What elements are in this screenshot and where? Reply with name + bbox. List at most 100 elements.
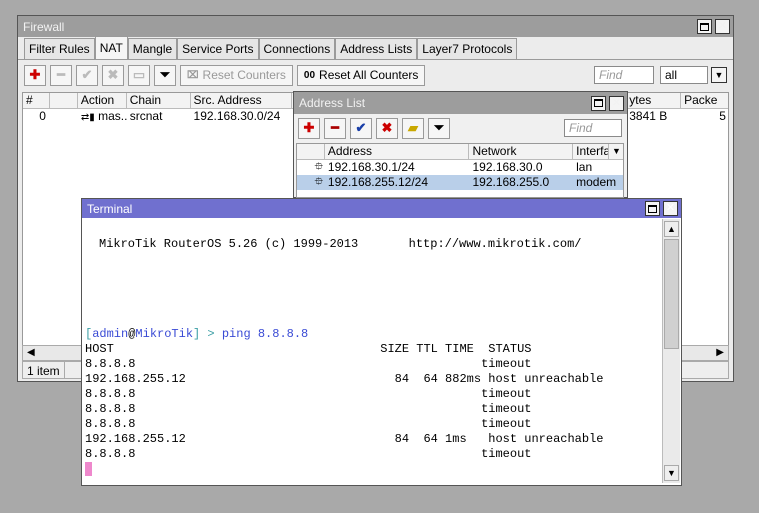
close-icon: ✕ xyxy=(665,202,676,214)
chevron-down-icon: ▼ xyxy=(714,69,724,80)
firewall-titlebar[interactable]: Firewall ✕ xyxy=(18,16,733,37)
close-button[interactable]: ✕ xyxy=(663,201,678,216)
close-button[interactable]: ✕ xyxy=(609,95,624,111)
table-row[interactable]: ⯐ 192.168.255.12/24 192.168.255.0 modem xyxy=(297,175,623,190)
row-action: ⇄▮ mas... xyxy=(78,109,127,125)
reset-all-counters-button[interactable]: 00 Reset All Counters xyxy=(296,64,426,86)
address-icon: ⯐ xyxy=(314,161,323,173)
scroll-down-icon[interactable]: ▼ xyxy=(664,465,679,481)
col-interface[interactable]: Interfac xyxy=(573,144,610,160)
address-icon: ⯐ xyxy=(314,176,323,188)
scroll-left-icon[interactable]: ◀ xyxy=(27,347,35,358)
maximize-icon xyxy=(648,204,657,213)
tab-nat[interactable]: NAT xyxy=(94,36,128,59)
row-address: 192.168.30.1/24 xyxy=(327,160,415,174)
filter-icon: ⏷ xyxy=(159,67,171,82)
plus-icon: ✚ xyxy=(29,67,41,82)
row-src-address: 192.168.30.0/24 xyxy=(193,109,281,123)
address-list-window: Address List ✕ ✚ ━ ✔ ✖ ▰ ⏷ Find Address … xyxy=(293,91,628,198)
reset-counters-button[interactable]: ⌧ Reset Counters xyxy=(180,64,293,86)
prompt-user: admin xyxy=(92,327,129,341)
comment-icon: ▰ xyxy=(408,120,418,135)
disable-button[interactable]: ✖ xyxy=(102,64,124,86)
comment-button[interactable]: ▰ xyxy=(402,117,424,139)
tab-address-lists[interactable]: Address Lists xyxy=(335,38,418,59)
comment-button[interactable]: ▭ xyxy=(128,64,150,86)
enable-button[interactable]: ✔ xyxy=(350,117,372,139)
col-action[interactable]: Action xyxy=(78,93,127,109)
address-list-title: Address List xyxy=(299,96,366,110)
table-header: Address Network Interfac ▼ xyxy=(297,144,623,160)
tab-service-ports[interactable]: Service Ports xyxy=(177,38,259,59)
reset-icon: ⌧ xyxy=(187,69,199,81)
prompt-close: ] > xyxy=(193,327,222,341)
output-line: 192.168.255.12 84 64 1ms host unreachabl… xyxy=(85,432,604,446)
check-icon: ✔ xyxy=(81,67,93,82)
close-button[interactable]: ✕ xyxy=(715,19,730,34)
command-text: ping 8.8.8.8 xyxy=(221,327,309,341)
reset-counters-label: Reset Counters xyxy=(202,68,286,82)
scroll-up-icon[interactable]: ▲ xyxy=(664,221,679,237)
output-line: 8.8.8.8 timeout xyxy=(85,447,532,461)
remove-button[interactable]: ━ xyxy=(324,117,346,139)
firewall-toolbar: ✚ ━ ✔ ✖ ▭ ⏷ ⌧ Reset Counters 00 Reset Al… xyxy=(18,60,733,90)
banner-line: MikroTik RouterOS 5.26 (c) 1999-2013 htt… xyxy=(99,237,582,251)
enable-button[interactable]: ✔ xyxy=(76,64,98,86)
maximize-button[interactable] xyxy=(697,19,712,34)
filter-dropdown-button[interactable]: ▼ xyxy=(711,67,727,83)
filter-select[interactable]: all xyxy=(660,66,708,84)
close-icon: ✕ xyxy=(611,96,622,109)
col-chain[interactable]: Chain xyxy=(127,93,191,109)
scroll-right-icon[interactable]: ▶ xyxy=(716,347,724,358)
address-list-titlebar[interactable]: Address List ✕ xyxy=(294,92,627,114)
filter-button[interactable]: ⏷ xyxy=(428,117,450,139)
scrollbar-thumb[interactable] xyxy=(664,239,679,349)
prompt-line: [admin@MikroTik] > ping 8.8.8.8 xyxy=(85,327,308,342)
col-num[interactable]: # xyxy=(23,93,50,109)
tab-mangle[interactable]: Mangle xyxy=(127,38,178,59)
terminal-title: Terminal xyxy=(87,201,133,216)
col-src-address[interactable]: Src. Address xyxy=(191,93,293,109)
row-bytes: 3841 B xyxy=(629,109,668,123)
row-chain: srcnat xyxy=(129,109,163,123)
find-input[interactable]: Find xyxy=(594,66,654,84)
firewall-tabs: Filter Rules NAT Mangle Service Ports Co… xyxy=(18,36,733,60)
output-line: 8.8.8.8 timeout xyxy=(85,387,532,401)
maximize-button[interactable] xyxy=(591,95,606,111)
tab-filter-rules[interactable]: Filter Rules xyxy=(24,38,95,59)
col-address[interactable]: Address xyxy=(325,144,470,160)
col-flags[interactable] xyxy=(50,93,78,109)
col-flags[interactable] xyxy=(297,144,325,160)
col-packets[interactable]: Packe xyxy=(681,93,728,109)
output-header: HOST SIZE TTL TIME STATUS xyxy=(85,342,532,356)
table-row[interactable]: ⯐ 192.168.30.1/24 192.168.30.0 lan xyxy=(297,160,623,175)
add-button[interactable]: ✚ xyxy=(24,64,46,86)
column-menu-icon[interactable]: ▼ xyxy=(609,144,623,160)
terminal-output[interactable]: MikroTik RouterOS 5.26 (c) 1999-2013 htt… xyxy=(83,218,662,484)
add-button[interactable]: ✚ xyxy=(298,117,320,139)
row-network: 192.168.255.0 xyxy=(472,175,550,189)
maximize-button[interactable] xyxy=(645,201,660,216)
comment-icon: ▭ xyxy=(132,67,146,82)
disable-button[interactable]: ✖ xyxy=(376,117,398,139)
reset-all-icon: 00 xyxy=(303,69,316,81)
remove-button[interactable]: ━ xyxy=(50,64,72,86)
vertical-scrollbar[interactable]: ▲ ▼ xyxy=(662,219,680,483)
minus-icon: ━ xyxy=(57,67,65,82)
filter-button[interactable]: ⏷ xyxy=(154,64,176,86)
masquerade-icon: ⇄▮ xyxy=(80,112,95,123)
row-num: 0 xyxy=(39,109,46,123)
find-input[interactable]: Find xyxy=(564,119,622,137)
row-packets: 5 xyxy=(719,109,726,123)
tab-connections[interactable]: Connections xyxy=(258,38,336,59)
col-bytes[interactable]: ytes xyxy=(626,93,682,109)
item-count: 1 item xyxy=(23,362,65,378)
col-network[interactable]: Network xyxy=(469,144,574,160)
tab-layer7-protocols[interactable]: Layer7 Protocols xyxy=(417,38,518,59)
output-line: 8.8.8.8 timeout xyxy=(85,402,532,416)
reset-all-counters-label: Reset All Counters xyxy=(319,68,419,82)
row-flags xyxy=(50,109,78,125)
terminal-titlebar[interactable]: Terminal ✕ xyxy=(82,199,681,218)
row-address: 192.168.255.12/24 xyxy=(327,175,429,189)
close-icon: ✕ xyxy=(717,20,728,32)
